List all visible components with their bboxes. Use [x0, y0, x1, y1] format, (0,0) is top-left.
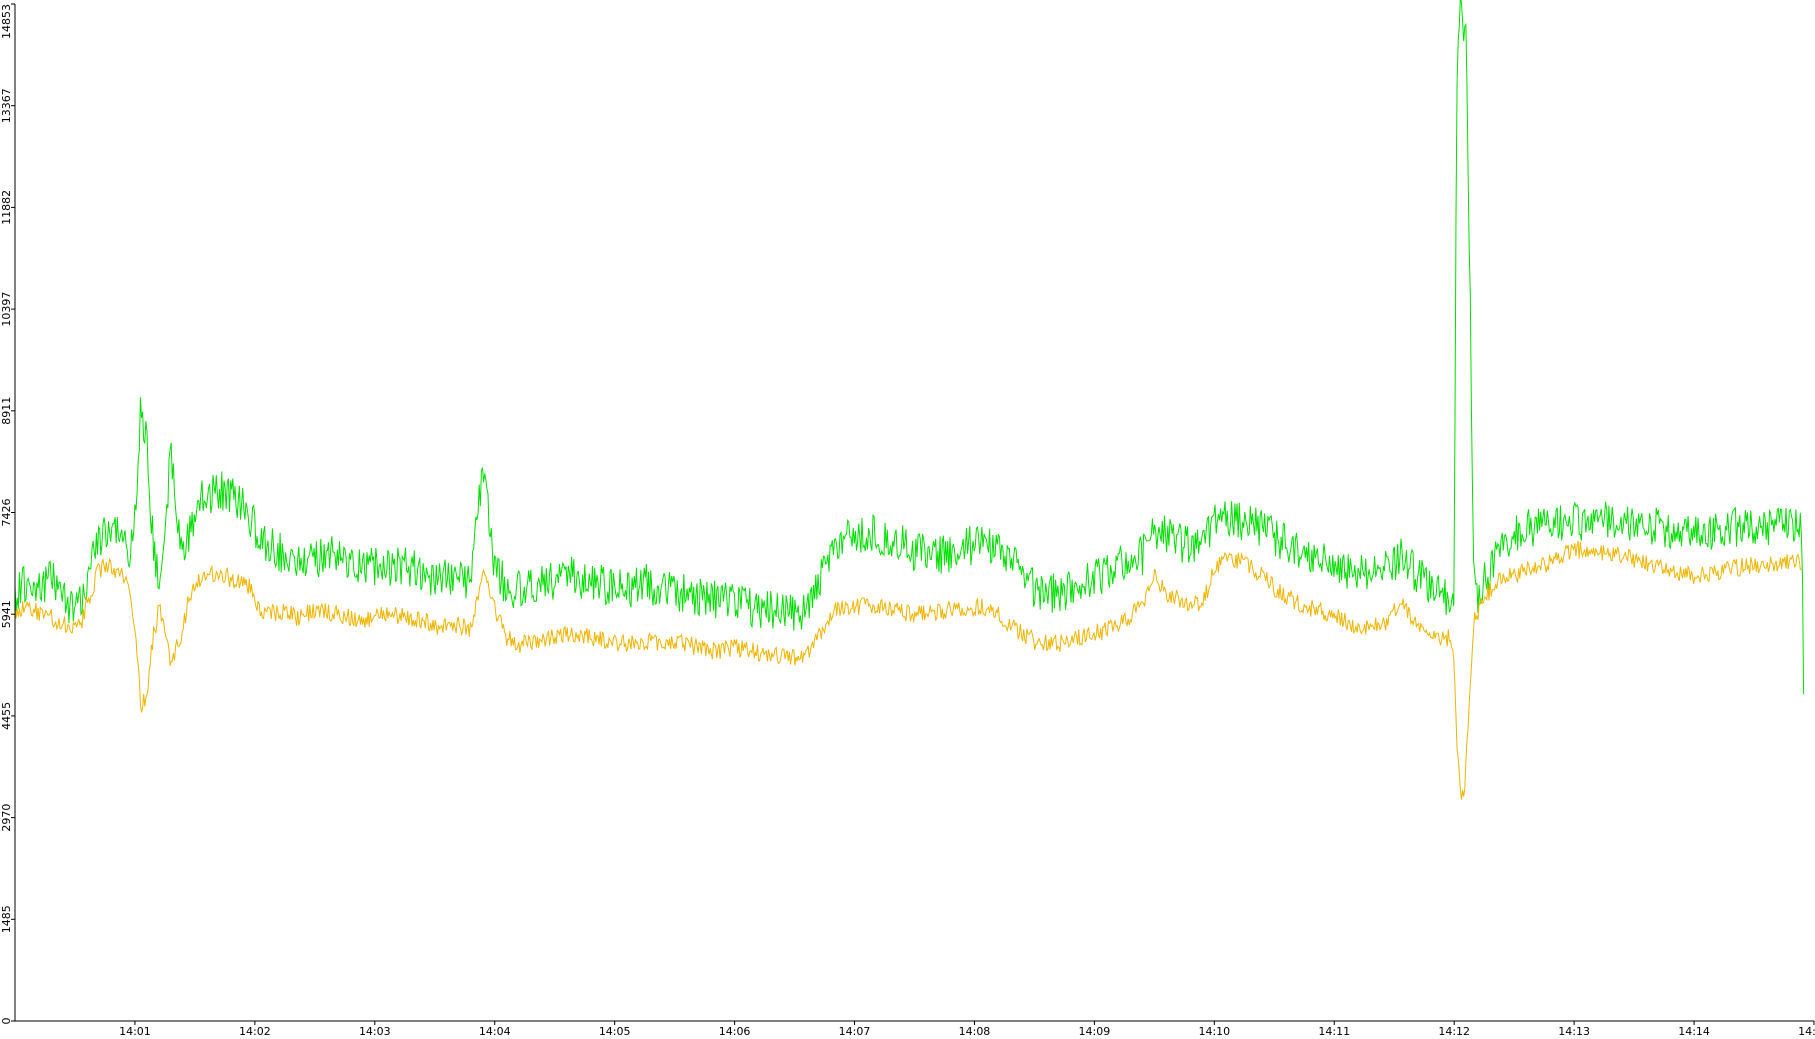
x-tick-label: 14:01 — [119, 1025, 151, 1038]
chart-canvas: 14:01 14:02 14:03 14:04 14:05 14:06 14:07 14:08… — [0, 0, 1815, 1039]
x-tick-label: 14:08 — [959, 1025, 991, 1038]
y-tick-label: 1485 — [0, 905, 13, 933]
y-tick-label: 13367 — [0, 88, 13, 123]
x-tick-label: 14:13 — [1558, 1025, 1590, 1038]
y-tick-label: 14853 — [0, 4, 13, 39]
x-tick-label: 14:06 — [719, 1025, 751, 1038]
y-tick-label: 10397 — [0, 292, 13, 327]
x-tick-label: 14:10 — [1198, 1025, 1230, 1038]
x-tick-label: 14:05 — [599, 1025, 631, 1038]
x-tick-label: 14:15 — [1798, 1025, 1815, 1038]
x-tick-label: 14:04 — [479, 1025, 511, 1038]
x-tick-label: 14:12 — [1438, 1025, 1470, 1038]
x-tick-label: 14:03 — [359, 1025, 391, 1038]
y-tick-label: 0 — [0, 1018, 13, 1025]
y-tick-label: 7426 — [0, 499, 13, 527]
y-tick-label: 5941 — [0, 600, 13, 628]
y-tick-label: 8911 — [0, 397, 13, 425]
x-tick-label: 14:07 — [839, 1025, 871, 1038]
x-tick-label: 14:02 — [239, 1025, 271, 1038]
y-tick-label: 11882 — [0, 190, 13, 225]
x-tick-label: 14:11 — [1318, 1025, 1350, 1038]
x-tick-label: 14:14 — [1678, 1025, 1710, 1038]
y-tick-label: 2970 — [0, 804, 13, 832]
y-tick-label: 4455 — [0, 702, 13, 730]
line-chart: 14:01 14:02 14:03 14:04 14:05 14:06 14:07 14:08… — [0, 0, 1815, 1039]
x-tick-label: 14:09 — [1079, 1025, 1111, 1038]
